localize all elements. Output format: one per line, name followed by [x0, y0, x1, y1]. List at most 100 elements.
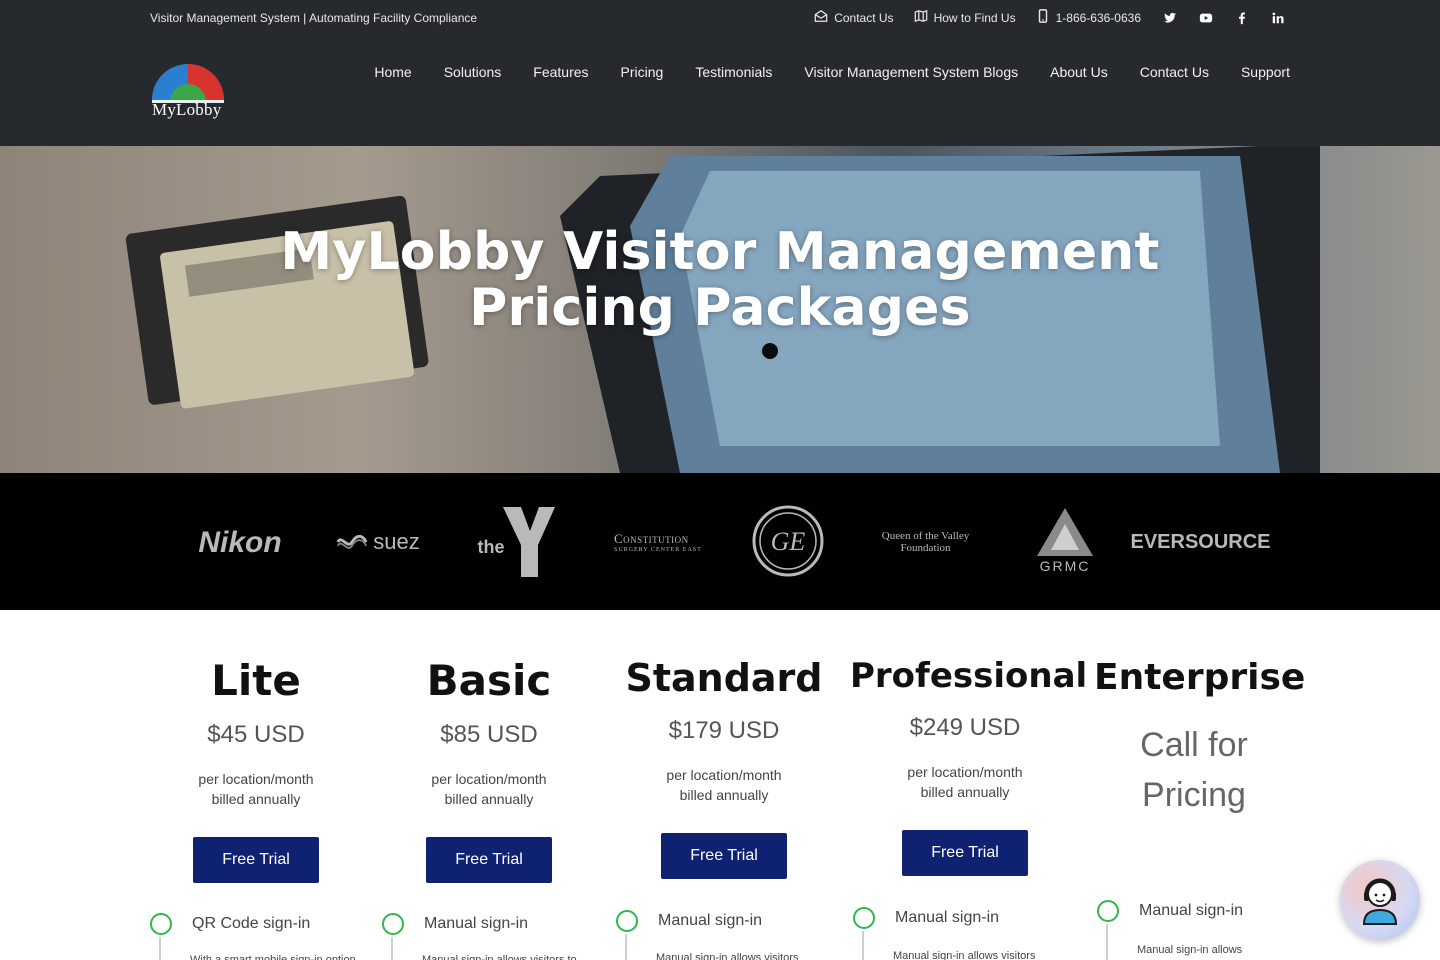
- feature-label: Manual sign-in: [1139, 902, 1244, 919]
- mail-open-icon: [814, 9, 828, 26]
- nav-pricing[interactable]: Pricing: [621, 64, 664, 80]
- plan-name: Enterprise: [1094, 657, 1306, 698]
- feature-connector: [625, 934, 627, 960]
- feature-description: With a smart mobile sign-in option, visi…: [190, 954, 360, 960]
- plan-standard: Standard $179 USD per location/month bil…: [614, 653, 834, 879]
- youtube-icon[interactable]: [1199, 11, 1213, 25]
- check-circle-icon: [616, 910, 638, 932]
- plan-term-line2: billed annually: [920, 784, 1010, 800]
- top-link-label: 1-866-636-0636: [1055, 10, 1141, 25]
- feature-description: Manual sign-in allows: [1137, 944, 1243, 956]
- hero-banner: MyLobby Visitor Management Pricing Packa…: [0, 146, 1440, 473]
- free-trial-button[interactable]: Free Trial: [661, 833, 787, 879]
- plan-professional-feature: Manual sign-in: [853, 907, 999, 929]
- queen-logo-line2: Foundation: [900, 542, 951, 554]
- plan-price-line1: Call for: [1140, 726, 1248, 764]
- plan-term-line2: billed annually: [211, 791, 301, 807]
- feature-connector: [159, 937, 161, 960]
- nav-features[interactable]: Features: [533, 64, 588, 80]
- ymca-the-text: the: [478, 537, 505, 557]
- plan-term: per location/month billed annually: [850, 762, 1080, 802]
- constitution-logo-text: Constitution: [614, 531, 689, 546]
- hero-title-line2: Pricing Packages: [469, 278, 971, 338]
- eversource-logo: EVERSOURCE: [1130, 525, 1271, 559]
- plan-name: Professional: [850, 656, 1088, 696]
- grmc-logo-text: GRMC: [1039, 558, 1091, 574]
- chat-widget-button[interactable]: [1340, 860, 1420, 940]
- plan-price: Call for Pricing: [1094, 720, 1294, 820]
- plan-price: $85 USD: [440, 721, 538, 748]
- main-nav: Home Solutions Features Pricing Testimon…: [374, 64, 1290, 80]
- phone-icon: [1036, 9, 1050, 26]
- plan-term-line1: per location/month: [431, 771, 547, 787]
- top-link-contact-us[interactable]: Contact Us: [814, 9, 894, 26]
- top-link-how-to-find-us[interactable]: How to Find Us: [914, 9, 1016, 26]
- plan-basic-feature: Manual sign-in: [382, 913, 528, 935]
- check-circle-icon: [853, 907, 875, 929]
- map-icon: [914, 9, 928, 26]
- eversource-logo-text: EVERSOURCE: [1130, 530, 1271, 553]
- feature-label: Manual sign-in: [658, 912, 763, 929]
- facebook-icon[interactable]: [1235, 11, 1249, 25]
- feature-connector: [1106, 924, 1108, 960]
- hero-title-line1: MyLobby Visitor Management: [280, 222, 1160, 282]
- plan-term-line1: per location/month: [666, 767, 782, 783]
- grmc-logo: GRMC: [1033, 501, 1097, 579]
- chat-agent-icon: [1362, 878, 1398, 925]
- nikon-logo-text: Nikon: [198, 526, 282, 559]
- plan-term: per location/month billed annually: [156, 769, 356, 809]
- plan-enterprise: Enterprise Call for Pricing: [1094, 654, 1306, 820]
- plan-lite-feature: QR Code sign-in: [150, 913, 310, 935]
- ymca-logo: the: [463, 503, 558, 581]
- plan-standard-feature: Manual sign-in: [616, 910, 762, 932]
- free-trial-button[interactable]: Free Trial: [193, 837, 319, 883]
- plan-price: $45 USD: [207, 721, 305, 748]
- plan-price: $249 USD: [909, 714, 1021, 741]
- feature-description: Manual sign-in allows visitors: [893, 950, 1036, 960]
- logo-text: MyLobby: [152, 100, 222, 119]
- check-circle-icon: [150, 913, 172, 935]
- top-links: Contact Us How to Find Us 1-866-636-0636: [814, 9, 1285, 26]
- queen-of-valley-logo: Queen of the Valley Foundation: [868, 525, 983, 559]
- main-header: MyLobby Home Solutions Features Pricing …: [0, 36, 1440, 146]
- nav-blogs[interactable]: Visitor Management System Blogs: [804, 64, 1018, 80]
- constitution-logo: Constitution Surgery Center East: [590, 525, 710, 559]
- nav-home[interactable]: Home: [374, 64, 411, 80]
- top-link-phone[interactable]: 1-866-636-0636: [1036, 9, 1141, 26]
- suez-logo: suez: [330, 525, 425, 559]
- ge-logo: GE: [752, 504, 824, 578]
- feature-label: Manual sign-in: [895, 909, 1000, 926]
- nav-contact-us[interactable]: Contact Us: [1140, 64, 1209, 80]
- plan-enterprise-feature: Manual sign-in: [1097, 900, 1243, 922]
- top-link-label: How to Find Us: [933, 10, 1016, 25]
- free-trial-button[interactable]: Free Trial: [426, 837, 552, 883]
- plan-term-line1: per location/month: [907, 764, 1023, 780]
- top-link-label: Contact Us: [834, 10, 894, 25]
- constitution-logo-subtext: Surgery Center East: [614, 547, 702, 553]
- suez-logo-text: suez: [373, 529, 420, 554]
- top-bar: Visitor Management System | Automating F…: [0, 0, 1440, 36]
- hero-title: MyLobby Visitor Management Pricing Packa…: [0, 224, 1440, 336]
- plan-term-line2: billed annually: [444, 791, 534, 807]
- nikon-logo: Nikon: [190, 523, 290, 563]
- plan-price-line2: Pricing: [1142, 776, 1246, 814]
- plan-basic: Basic $85 USD per location/month billed …: [389, 655, 589, 883]
- feature-description: Manual sign-in allows visitors to: [422, 954, 577, 960]
- plan-term-line1: per location/month: [198, 771, 314, 787]
- plan-professional: Professional $249 USD per location/month…: [850, 652, 1088, 876]
- nav-testimonials[interactable]: Testimonials: [695, 64, 772, 80]
- plan-term: per location/month billed annually: [389, 769, 589, 809]
- twitter-icon[interactable]: [1163, 11, 1177, 25]
- plan-name: Standard: [625, 656, 823, 700]
- site-tagline: Visitor Management System | Automating F…: [150, 11, 478, 25]
- feature-label: Manual sign-in: [424, 915, 529, 932]
- free-trial-button[interactable]: Free Trial: [902, 830, 1028, 876]
- nav-support[interactable]: Support: [1241, 64, 1290, 80]
- feature-label: QR Code sign-in: [192, 915, 311, 932]
- plan-name: Lite: [211, 656, 301, 705]
- ge-logo-text: GE: [771, 527, 806, 556]
- linkedin-icon[interactable]: [1271, 11, 1285, 25]
- nav-about-us[interactable]: About Us: [1050, 64, 1108, 80]
- nav-solutions[interactable]: Solutions: [444, 64, 502, 80]
- plan-term: per location/month billed annually: [614, 765, 834, 805]
